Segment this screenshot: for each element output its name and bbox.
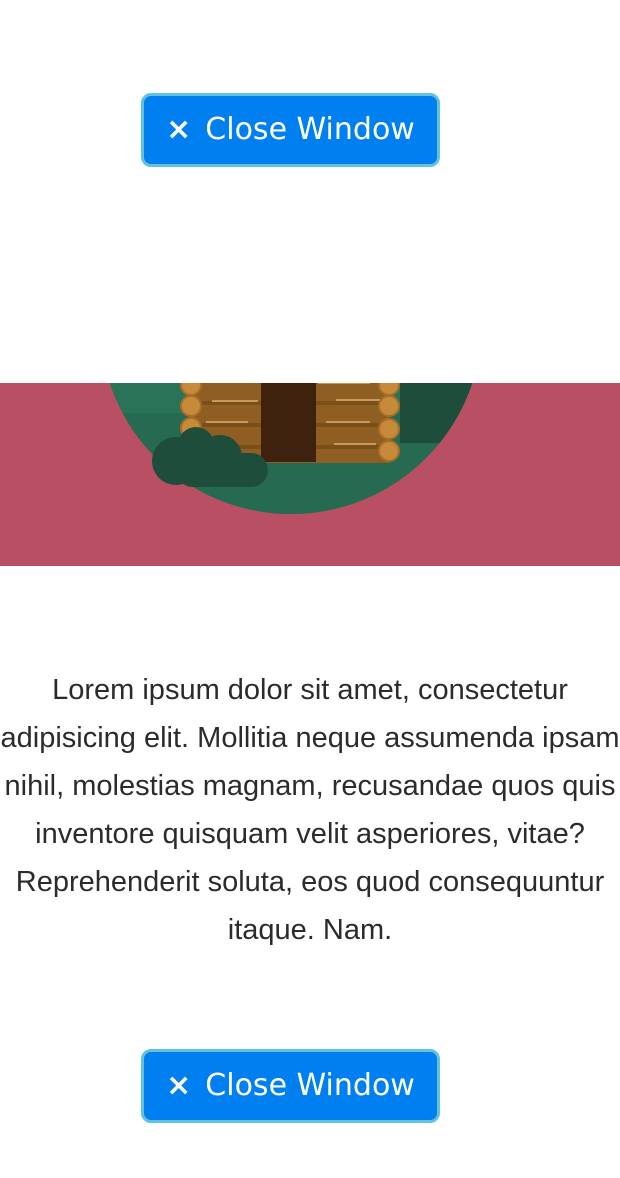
close-window-label: Close Window <box>205 1068 415 1103</box>
paragraph-line: adipisicing elit. Mollitia neque assumen… <box>0 722 620 754</box>
body-paragraph: Lorem ipsum dolor sit amet, consectetur … <box>0 666 620 954</box>
close-window-button-bottom[interactable]: × Close Window <box>141 1049 440 1123</box>
close-window-button-top[interactable]: × Close Window <box>141 93 440 167</box>
cabin-door <box>261 383 316 462</box>
paragraph-line: inventore quisquam velit asperiores, vit… <box>35 818 585 850</box>
page: × Close Window Lorem ipsum dolor sit ame… <box>0 0 620 1178</box>
paragraph-line: Lorem ipsum dolor sit amet, consectetur <box>52 674 568 706</box>
close-x-icon: × <box>166 1068 192 1103</box>
paragraph-line: Reprehenderit soluta, eos quod consequun… <box>15 866 605 898</box>
paragraph-line: nihil, molestias magnam, recusandae quos… <box>4 770 616 802</box>
hero-banner <box>0 383 620 566</box>
close-window-label: Close Window <box>205 112 415 147</box>
paragraph-line: itaque. Nam. <box>227 914 393 946</box>
close-x-icon: × <box>166 112 192 147</box>
log-cabin-illustration <box>100 383 482 514</box>
